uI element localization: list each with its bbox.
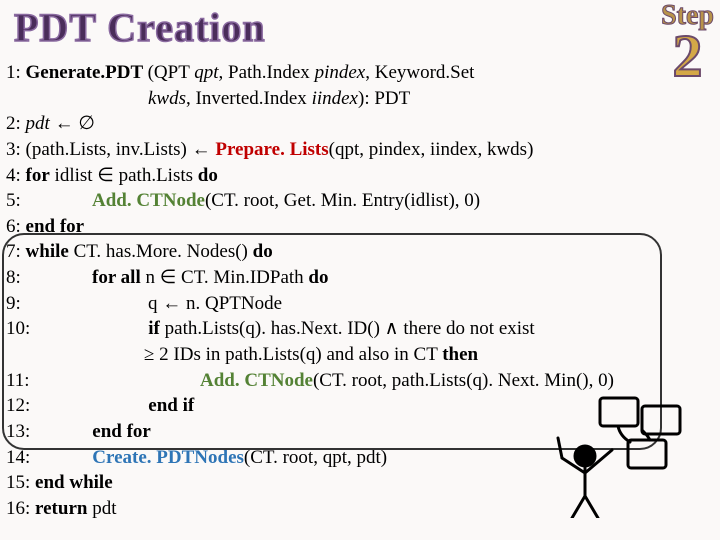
algo-line-3: 3: (path.Lists, inv.Lists) ← Prepare. Li… — [6, 137, 706, 163]
algo-line-4: 4: for idlist ∈ path.Lists do — [6, 163, 706, 189]
algo-line-2: 2: pdt ← ∅ — [6, 111, 706, 137]
slide-title: PDT Creation — [14, 4, 266, 51]
algo-line-1: 1: Generate.PDT (QPT qpt, Path.Index pin… — [6, 60, 706, 86]
algo-line-7: 7: while CT. has.More. Nodes() do — [6, 239, 706, 265]
algo-line-10: 10: if path.Lists(q). has.Next. ID() ∧ t… — [6, 316, 706, 342]
algo-line-5: 5: Add. CTNode(CT. root, Get. Min. Entry… — [6, 188, 706, 214]
algo-line-8: 8: for all n ∈ CT. Min.IDPath do — [6, 265, 706, 291]
algo-line-10b: ≥ 2 IDs in path.Lists(q) and also in CT … — [6, 342, 706, 368]
algo-line-9: 9: q ← n. QPTNode — [6, 291, 706, 317]
algo-line-1b: kwds, Inverted.Index iindex): PDT — [6, 86, 706, 112]
algo-line-6: 6: end for — [6, 214, 706, 240]
stick-figure-illustration — [530, 378, 690, 518]
